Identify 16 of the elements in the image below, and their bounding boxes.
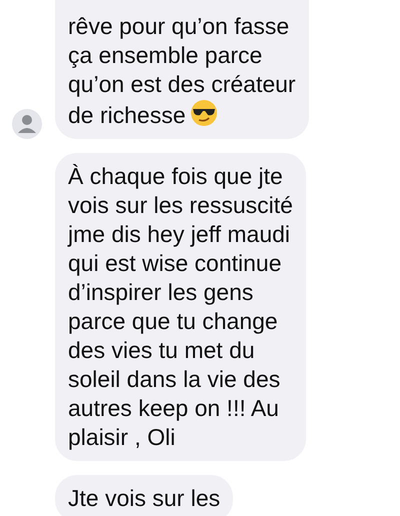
message-text: Jte vois sur les: [68, 485, 220, 511]
message-text: rêve pour qu’on fasse: [68, 13, 290, 39]
message-text: qui est wise continue: [68, 250, 282, 276]
message-text: qu’on est des créateur: [68, 71, 296, 97]
message-text: plaisir , Oli: [68, 424, 176, 450]
message-text: ça ensemble parce: [68, 42, 262, 68]
avatar-icon[interactable]: [12, 109, 42, 139]
message-text: soleil dans la vie des: [68, 366, 280, 392]
message-text: d’inspirer les gens: [68, 279, 254, 305]
message-text: vois sur les ressuscité: [68, 192, 293, 218]
message-text: des vies tu met du: [68, 337, 255, 363]
message-text: jme dis hey jeff maudi: [68, 221, 290, 247]
message-text: autres keep on !!! Au: [68, 395, 279, 421]
message-text: de richesse: [68, 102, 186, 128]
message-text: À chaque fois que jte: [68, 163, 283, 189]
message-text: parce que tu change: [68, 308, 278, 334]
